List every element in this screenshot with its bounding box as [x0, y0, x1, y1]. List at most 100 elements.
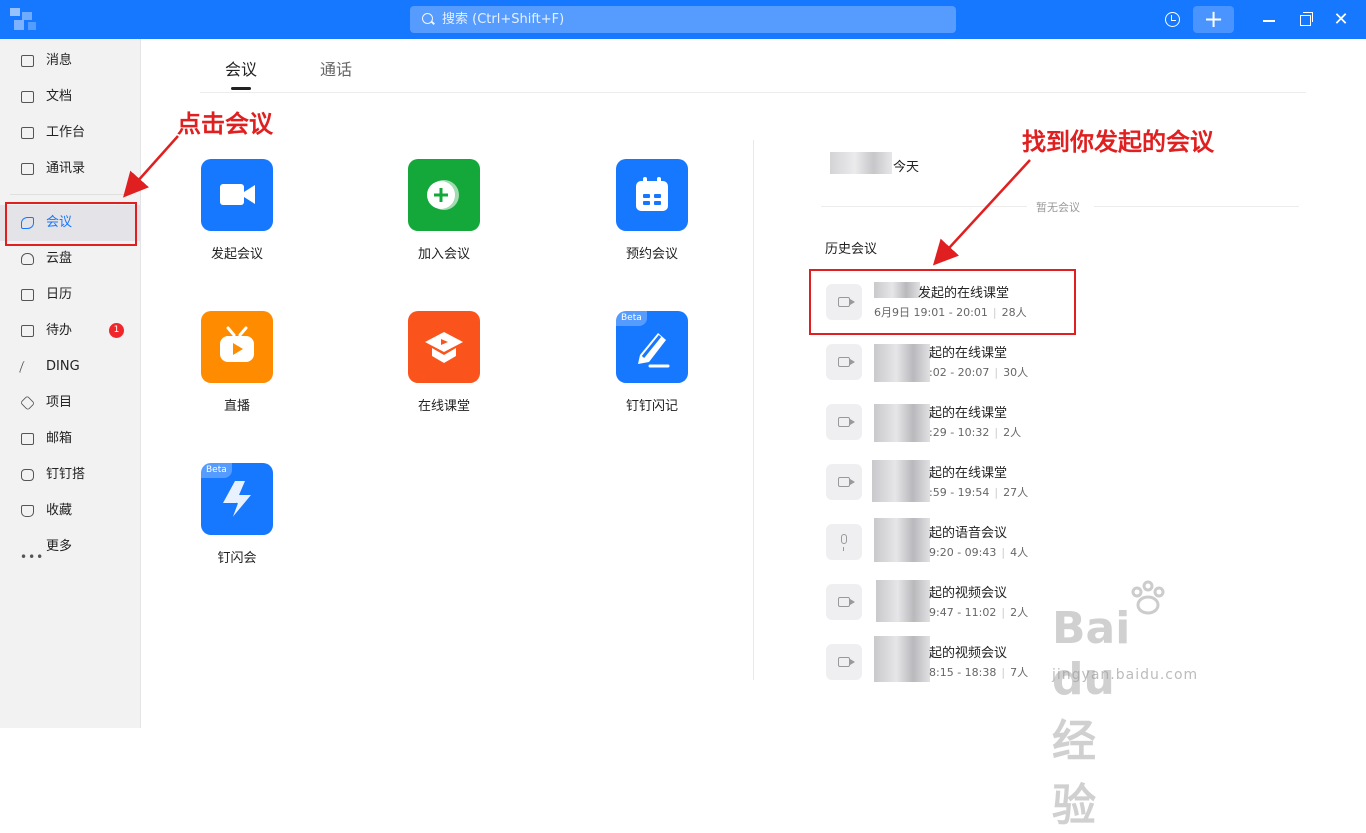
watermark-url: jingyan.baidu.com [1052, 667, 1199, 683]
history-meeting-item[interactable]: 起的视频会议 8:15 - 18:38 | 7人 [822, 632, 1072, 688]
video-meeting-icon [826, 464, 862, 500]
meeting-title: 起的在线课堂 [929, 346, 1008, 361]
sidebar-item-label: 更多 [46, 539, 73, 554]
sidebar-item-project[interactable]: 项目 [0, 385, 141, 421]
sidebar-item-label: 收藏 [46, 503, 73, 518]
meeting-people: 30人 [1003, 366, 1029, 379]
sidebar-item-contacts[interactable]: 通讯录 [0, 151, 141, 187]
more-icon: ••• [20, 550, 45, 564]
meeting-title: 起的视频会议 [929, 646, 1008, 661]
sidebar-item-calendar[interactable]: 日历 [0, 277, 141, 313]
minimize-button[interactable] [1259, 6, 1279, 33]
tile-label: 发起会议 [210, 247, 263, 262]
tab-call[interactable]: 通话 [320, 56, 352, 80]
schedule-meeting-tile[interactable]: 预约会议 [592, 159, 712, 279]
sidebar-item-workbench[interactable]: 工作台 [0, 115, 141, 151]
cloud-icon [21, 253, 34, 265]
join-meeting-tile[interactable]: 加入会议 [384, 159, 504, 279]
pen-note-icon: Beta [616, 311, 688, 383]
join-plus-icon [408, 159, 480, 231]
sidebar-item-mail[interactable]: 邮箱 [0, 421, 141, 457]
meeting-people: 2人 [1003, 426, 1022, 439]
blurred-content [830, 152, 892, 174]
sidebar-item-favorites[interactable]: 收藏 [0, 493, 141, 529]
annotation-find-meeting: 找到你发起的会议 [1022, 128, 1214, 156]
blurred-name [874, 636, 930, 682]
history-meeting-item[interactable]: 起的视频会议 9:47 - 11:02 | 2人 [822, 572, 1072, 628]
meeting-people: 7人 [1010, 666, 1029, 679]
sidebar-item-ding[interactable]: DING [0, 349, 141, 385]
tile-label: 加入会议 [417, 247, 470, 262]
history-meeting-item[interactable]: 起的在线课堂 :02 - 20:07 | 30人 [822, 332, 1072, 388]
meeting-time: 9:20 - 09:43 [929, 546, 997, 559]
sidebar-item-cloud[interactable]: 云盘 [0, 241, 141, 277]
meeting-time-row: 8:15 - 18:38 | 7人 [929, 666, 1029, 679]
meeting-time-row: 9:47 - 11:02 | 2人 [929, 606, 1029, 619]
sidebar-item-dingda[interactable]: 钉钉搭 [0, 457, 141, 493]
grid-icon [21, 127, 34, 139]
online-class-tile[interactable]: 在线课堂 [384, 311, 504, 431]
history-meeting-item[interactable]: 起的在线课堂 :29 - 10:32 | 2人 [822, 392, 1072, 448]
video-camera-icon [201, 159, 273, 231]
active-tab-indicator [231, 87, 251, 90]
highlight-meeting-nav [5, 202, 137, 246]
panel-divider [753, 140, 754, 680]
blurred-name [874, 344, 930, 382]
meeting-time-row: 9:20 - 09:43 | 4人 [929, 546, 1029, 559]
meeting-time: :02 - 20:07 [929, 366, 990, 379]
history-meeting-item[interactable]: 起的语音会议 9:20 - 09:43 | 4人 [822, 512, 1072, 568]
meeting-time-row: :02 - 20:07 | 30人 [929, 366, 1029, 379]
meeting-title: 起的在线课堂 [929, 406, 1008, 421]
sidebar-item-label: 待办 [46, 323, 73, 338]
restore-button[interactable] [1296, 6, 1316, 33]
message-icon [21, 55, 34, 67]
sidebar-item-label: DING [46, 359, 80, 374]
no-meeting-text: 暂无会议 [1036, 201, 1080, 214]
contacts-icon [21, 163, 34, 175]
flash-note-tile[interactable]: Beta 钉钉闪记 [592, 311, 712, 431]
sidebar-item-messages[interactable]: 消息 [0, 43, 141, 79]
meeting-people: 4人 [1010, 546, 1029, 559]
microphone-icon [841, 534, 847, 551]
blocks-icon [21, 469, 34, 481]
tab-divider [200, 92, 1306, 93]
mail-icon [21, 433, 34, 445]
sidebar-item-label: 邮箱 [46, 431, 73, 446]
meeting-time: 9:47 - 11:02 [929, 606, 997, 619]
layers-icon [19, 395, 36, 411]
live-stream-tile[interactable]: 直播 [177, 311, 297, 431]
video-meeting-icon [826, 584, 862, 620]
sidebar-item-label: 云盘 [46, 251, 73, 266]
sidebar-item-label: 文档 [46, 89, 73, 104]
tv-icon [201, 311, 273, 383]
today-label: 今天 [893, 160, 920, 175]
history-button[interactable] [1160, 6, 1184, 33]
search-input[interactable]: 搜索 (Ctrl+Shift+F) [410, 6, 956, 33]
voice-meeting-icon [826, 524, 862, 560]
tab-meeting[interactable]: 会议 [225, 56, 257, 80]
sidebar-item-label: 通讯录 [46, 161, 86, 176]
sidebar-item-label: 钉钉搭 [46, 467, 86, 482]
sidebar-item-docs[interactable]: 文档 [0, 79, 141, 115]
add-button[interactable]: + [1193, 6, 1234, 33]
graduation-cap-icon [408, 311, 480, 383]
search-placeholder: 搜索 (Ctrl+Shift+F) [442, 12, 565, 27]
sidebar-item-label: 消息 [46, 53, 73, 68]
close-button[interactable]: ✕ [1331, 6, 1351, 33]
video-meeting-icon [826, 344, 862, 380]
history-title: 历史会议 [825, 242, 878, 257]
flash-meeting-tile[interactable]: Beta 钉闪会 [177, 463, 297, 583]
camera-icon [838, 357, 855, 367]
meeting-time-row: :29 - 10:32 | 2人 [929, 426, 1022, 439]
sidebar-item-todo[interactable]: 待办 1 [0, 313, 141, 349]
tile-label: 预约会议 [625, 247, 678, 262]
sidebar-item-label: 项目 [46, 395, 73, 410]
sidebar-item-more[interactable]: ••• 更多 [0, 529, 141, 565]
sidebar-item-label: 日历 [46, 287, 73, 302]
history-meeting-item[interactable]: 起的在线课堂 :59 - 19:54 | 27人 [822, 452, 1072, 508]
arrow-to-meeting-item [932, 159, 1031, 266]
start-meeting-tile[interactable]: 发起会议 [177, 159, 297, 279]
sidebar-item-label: 工作台 [46, 125, 86, 140]
annotation-click-meeting: 点击会议 [177, 110, 273, 138]
camera-icon [838, 597, 855, 607]
